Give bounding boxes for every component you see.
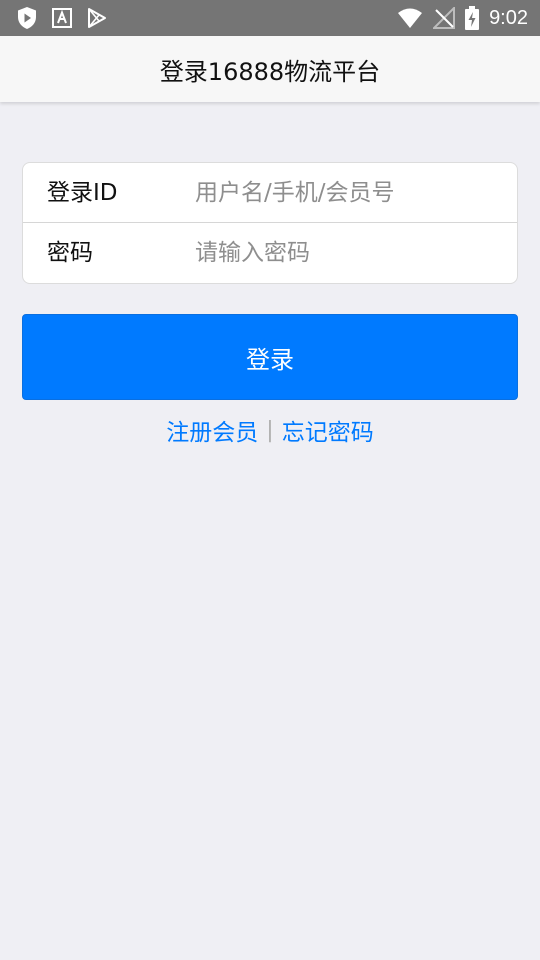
shield-play-icon	[18, 7, 36, 29]
link-separator: |	[266, 417, 274, 443]
status-bar-system: 9:02	[397, 6, 528, 30]
login-id-row: 登录ID	[23, 163, 517, 223]
nav-bar: 登录16888物流平台	[0, 36, 540, 102]
account-links: 注册会员 | 忘记密码	[0, 410, 540, 450]
register-link[interactable]: 注册会员	[166, 413, 258, 447]
play-store-icon	[88, 8, 106, 28]
status-bar: 9:02	[0, 0, 540, 36]
password-row: 密码	[23, 223, 517, 283]
status-time: 9:02	[489, 7, 528, 29]
password-label: 密码	[47, 240, 93, 266]
login-id-label: 登录ID	[47, 180, 118, 206]
page-title: 登录16888物流平台	[159, 57, 381, 86]
status-bar-notifications	[16, 6, 108, 30]
battery-charging-icon	[465, 6, 480, 30]
text-a-icon	[52, 8, 72, 28]
login-id-input[interactable]	[195, 173, 495, 213]
wifi-icon	[398, 8, 423, 28]
password-input[interactable]	[195, 233, 495, 273]
no-signal-icon	[433, 7, 456, 29]
login-button[interactable]: 登录	[22, 314, 518, 400]
forgot-password-link[interactable]: 忘记密码	[282, 413, 374, 447]
login-form: 登录ID 密码	[22, 162, 518, 284]
